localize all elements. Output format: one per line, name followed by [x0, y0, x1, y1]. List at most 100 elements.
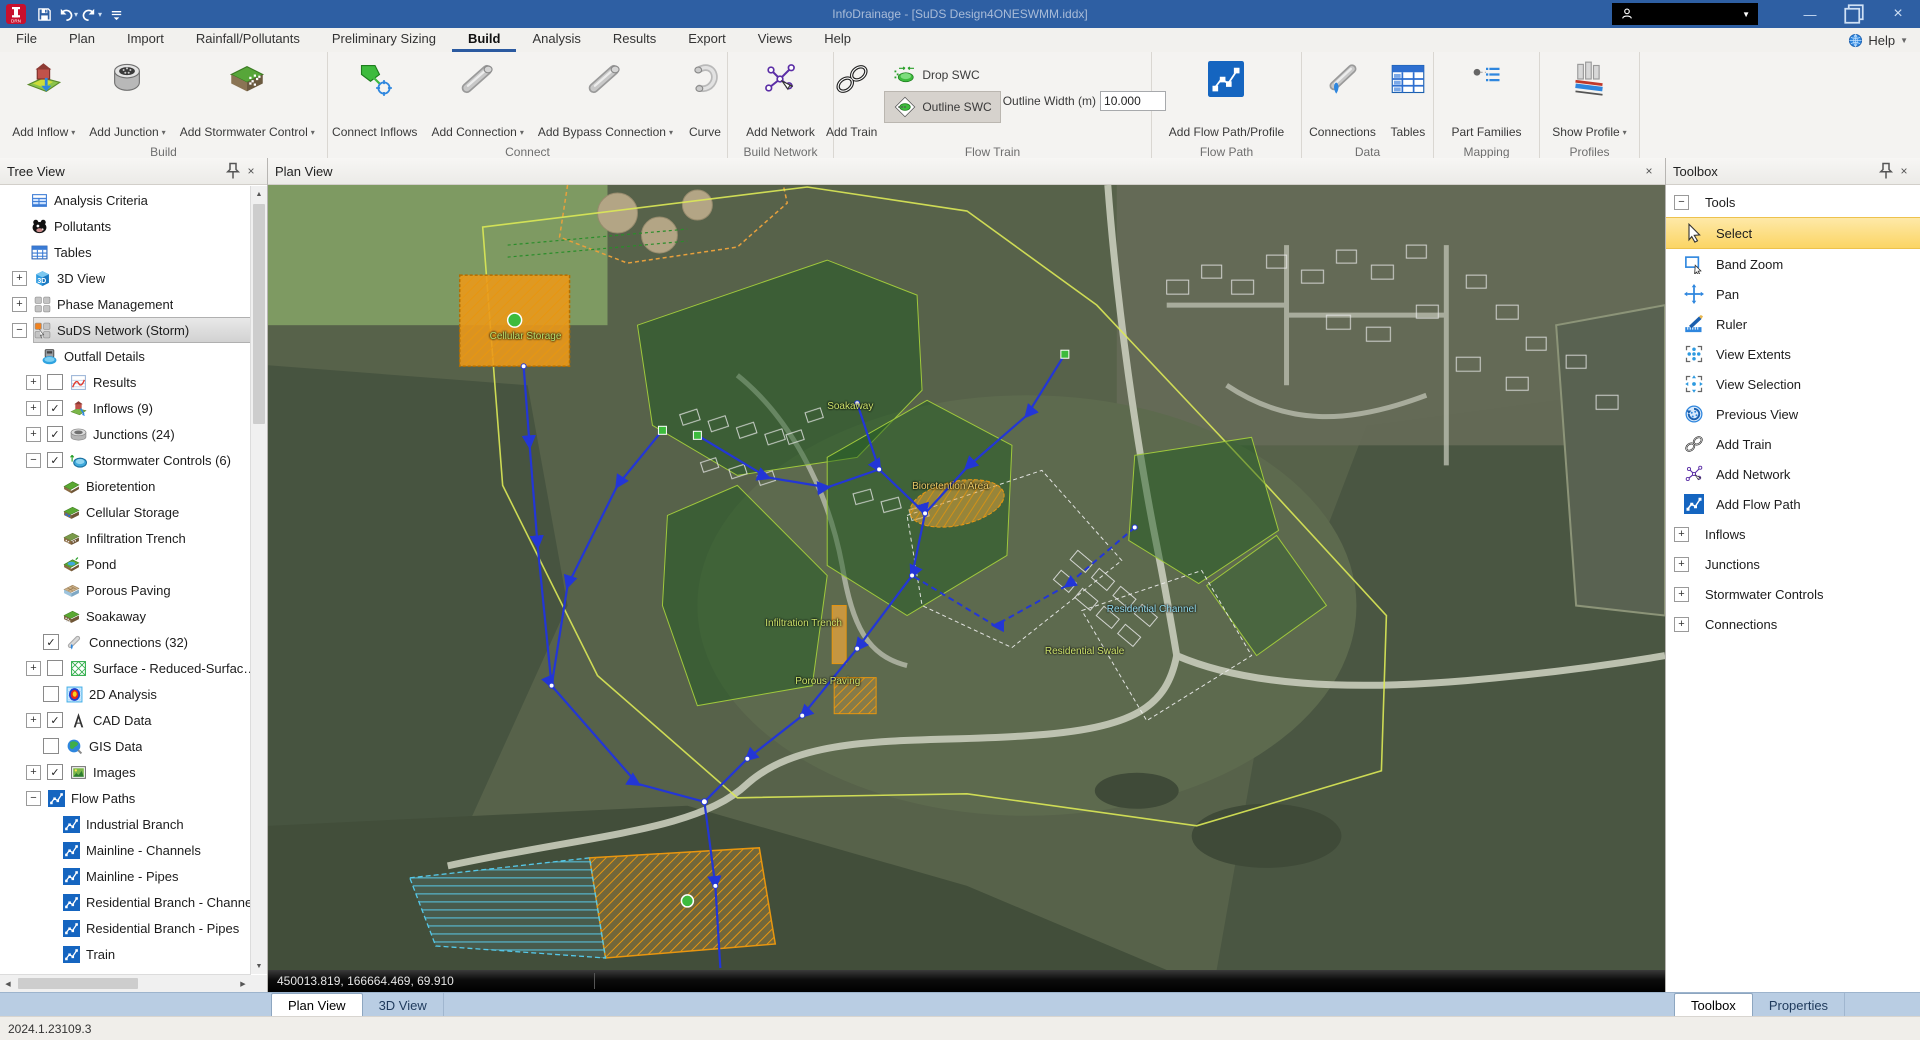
- layer-checkbox[interactable]: ✓: [47, 712, 63, 728]
- tree-item-mainline-pipes[interactable]: Mainline - Pipes: [0, 863, 267, 889]
- expand-icon[interactable]: +: [26, 661, 41, 676]
- tree-item-inflows-9-[interactable]: +✓Inflows (9): [0, 395, 267, 421]
- layer-checkbox[interactable]: [47, 374, 63, 390]
- menu-item-plan[interactable]: Plan: [53, 28, 111, 52]
- redo-button[interactable]: ▾: [82, 3, 102, 25]
- tree-item-train[interactable]: Train: [0, 941, 267, 967]
- layer-checkbox[interactable]: [43, 738, 59, 754]
- add-network-button[interactable]: Add Network: [739, 55, 822, 143]
- tables-button[interactable]: Tables: [1383, 55, 1433, 143]
- tree-item-residential-branch-pipes[interactable]: Residential Branch - Pipes: [0, 915, 267, 941]
- part-families-button[interactable]: Part Families: [1444, 55, 1528, 143]
- expand-icon[interactable]: +: [26, 401, 41, 416]
- layer-checkbox[interactable]: ✓: [47, 764, 63, 780]
- add-train-button[interactable]: Add Train: [819, 55, 884, 143]
- layer-checkbox[interactable]: ✓: [47, 400, 63, 416]
- toolbox-group-stormwater-controls[interactable]: +Stormwater Controls: [1666, 579, 1920, 609]
- tab-3d-view[interactable]: 3D View: [363, 993, 444, 1017]
- outline-swc-button[interactable]: Outline SWC: [884, 91, 1000, 123]
- tree-item-images[interactable]: +✓Images: [0, 759, 267, 785]
- expand-icon[interactable]: +: [1674, 587, 1689, 602]
- tree-item-residential-branch-channels[interactable]: Residential Branch - Channels: [0, 889, 267, 915]
- drop-swc-button[interactable]: Drop SWC: [884, 59, 1000, 91]
- customize-quick-access-button[interactable]: [106, 3, 126, 25]
- collapse-icon[interactable]: −: [26, 453, 41, 468]
- minimize-button[interactable]: ―: [1788, 0, 1832, 28]
- layer-checkbox[interactable]: [43, 686, 59, 702]
- collapse-icon[interactable]: −: [26, 791, 41, 806]
- menu-item-analysis[interactable]: Analysis: [516, 28, 596, 52]
- toolbox-tool-select[interactable]: Select: [1666, 217, 1920, 249]
- scroll-right-icon[interactable]: ▶: [235, 975, 251, 992]
- menu-item-rainfall-pollutants[interactable]: Rainfall/Pollutants: [180, 28, 316, 52]
- toolbox-group-junctions[interactable]: +Junctions: [1666, 549, 1920, 579]
- toolbox-tool-pan[interactable]: Pan: [1666, 279, 1920, 309]
- add-bypass-connection-button[interactable]: Add Bypass Connection▾: [531, 55, 680, 143]
- tree-item-results[interactable]: +Results: [0, 369, 267, 395]
- expand-icon[interactable]: +: [26, 375, 41, 390]
- scrollbar-thumb[interactable]: [253, 204, 265, 424]
- toolbox-tool-view-extents[interactable]: View Extents: [1666, 339, 1920, 369]
- tree-item-connections-32-[interactable]: ✓Connections (32): [0, 629, 267, 655]
- tree-item-infiltration-trench[interactable]: Infiltration Trench: [0, 525, 267, 551]
- scrollbar-thumb[interactable]: [18, 978, 138, 989]
- curve-button[interactable]: Curve: [680, 55, 730, 143]
- tree-item-industrial-branch[interactable]: Industrial Branch: [0, 811, 267, 837]
- connections-button[interactable]: Connections: [1302, 55, 1383, 143]
- add-connection-button[interactable]: Add Connection▾: [424, 55, 530, 143]
- tree-item-gis-data[interactable]: GIS Data: [0, 733, 267, 759]
- tree-item-pollutants[interactable]: Pollutants: [0, 213, 267, 239]
- tree-item-suds-network-storm-[interactable]: −SuDS Network (Storm)▾: [0, 317, 267, 343]
- tree-item-surface-reduced-surface-iddx[interactable]: +Surface - Reduced-Surface.iddx: [0, 655, 267, 681]
- map-canvas[interactable]: Cellular StorageSoakawayBioretention Are…: [268, 185, 1665, 970]
- tree-item-stormwater-controls-6-[interactable]: −✓Stormwater Controls (6): [0, 447, 267, 473]
- menu-item-build[interactable]: Build: [452, 28, 517, 52]
- expand-icon[interactable]: +: [1674, 557, 1689, 572]
- toolbox-tool-band-zoom[interactable]: Band Zoom: [1666, 249, 1920, 279]
- tree-item-porous-paving[interactable]: Porous Paving: [0, 577, 267, 603]
- menu-item-export[interactable]: Export: [672, 28, 742, 52]
- menu-item-help[interactable]: Help: [808, 28, 867, 52]
- close-icon[interactable]: ×: [242, 162, 260, 180]
- menu-item-views[interactable]: Views: [742, 28, 808, 52]
- close-icon[interactable]: ×: [1895, 162, 1913, 180]
- tree-item-mainline-channels[interactable]: Mainline - Channels: [0, 837, 267, 863]
- tree-item-cellular-storage[interactable]: Cellular Storage: [0, 499, 267, 525]
- toolbox-group-connections[interactable]: +Connections: [1666, 609, 1920, 639]
- pin-icon[interactable]: [224, 162, 242, 180]
- tree-item-junctions-24-[interactable]: +✓Junctions (24): [0, 421, 267, 447]
- undo-button[interactable]: ▾: [58, 3, 78, 25]
- connect-inflows-button[interactable]: Connect Inflows: [325, 55, 424, 143]
- scroll-up-icon[interactable]: ▲: [251, 186, 267, 202]
- toolbox-tool-ruler[interactable]: Ruler: [1666, 309, 1920, 339]
- tab-toolbox[interactable]: Toolbox: [1674, 993, 1753, 1017]
- tree-vertical-scrollbar[interactable]: ▲ ▼: [250, 186, 267, 974]
- menu-item-file[interactable]: File: [0, 28, 53, 52]
- account-dropdown[interactable]: ▼: [1612, 3, 1758, 25]
- tree-item-outfall-details[interactable]: Outfall Details: [0, 343, 267, 369]
- scroll-down-icon[interactable]: ▼: [251, 958, 267, 974]
- expand-icon[interactable]: +: [12, 297, 27, 312]
- help-menu-right[interactable]: Help ▼: [1848, 28, 1920, 52]
- toolbox-tool-add-network[interactable]: Add Network: [1666, 459, 1920, 489]
- add-inflow-button[interactable]: Add Inflow▾: [5, 55, 82, 143]
- layer-checkbox[interactable]: ✓: [43, 634, 59, 650]
- layer-checkbox[interactable]: [47, 660, 63, 676]
- expand-icon[interactable]: +: [12, 271, 27, 286]
- expand-icon[interactable]: +: [1674, 527, 1689, 542]
- layer-checkbox[interactable]: ✓: [47, 426, 63, 442]
- menu-item-results[interactable]: Results: [597, 28, 672, 52]
- tree-item-tables[interactable]: Tables: [0, 239, 267, 265]
- toolbox-tool-add-train[interactable]: Add Train: [1666, 429, 1920, 459]
- tab-plan-view[interactable]: Plan View: [271, 993, 363, 1017]
- restore-button[interactable]: [1832, 0, 1876, 28]
- show-profile-button[interactable]: Show Profile▾: [1545, 55, 1633, 143]
- scroll-left-icon[interactable]: ◀: [0, 975, 16, 992]
- toolbox-tool-add-flow-path[interactable]: Add Flow Path: [1666, 489, 1920, 519]
- add-junction-button[interactable]: Add Junction▾: [82, 55, 172, 143]
- toolbox-tool-previous-view[interactable]: Previous View: [1666, 399, 1920, 429]
- toolbox-tool-view-selection[interactable]: View Selection: [1666, 369, 1920, 399]
- expand-icon[interactable]: +: [26, 427, 41, 442]
- toolbox-group-tools[interactable]: −Tools: [1666, 187, 1920, 217]
- tree-item-bioretention[interactable]: Bioretention: [0, 473, 267, 499]
